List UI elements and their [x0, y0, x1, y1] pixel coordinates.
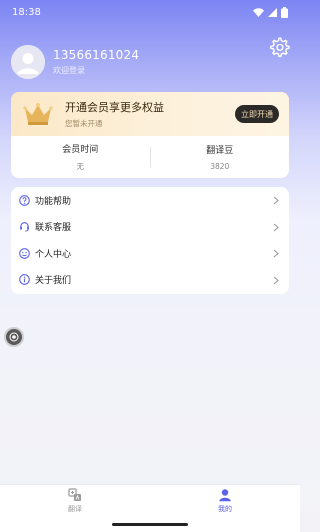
- menu-item-label: 关于我们: [35, 276, 72, 287]
- vip-subtitle: 您暂未开通: [65, 119, 103, 128]
- avatar-placeholder-icon: [11, 45, 45, 79]
- signal-icon: [268, 7, 277, 17]
- menu-item-about-us[interactable]: 关于我们: [19, 267, 281, 294]
- settings-gear-icon[interactable]: [268, 36, 290, 58]
- help-icon: [19, 194, 30, 206]
- chevron-right-icon: [273, 196, 279, 205]
- battery-icon: [281, 6, 288, 18]
- chevron-right-icon: [273, 223, 279, 231]
- smiley-icon: [19, 247, 30, 259]
- vip-title: 开通会员享更多权益: [65, 101, 164, 114]
- status-time: 18:38: [12, 6, 41, 18]
- stat-label: 翻译豆: [206, 146, 234, 156]
- login-subtitle: 欢迎登录: [53, 66, 85, 75]
- menu-item-customer-service[interactable]: 联系客服: [19, 214, 281, 241]
- wifi-icon: [253, 7, 264, 17]
- menu-item-label: 功能帮助: [35, 196, 72, 207]
- tab-label: 翻译: [68, 505, 82, 513]
- assistive-touch-icon: [9, 332, 19, 342]
- tab-label: 我的: [218, 505, 232, 513]
- chevron-right-icon: [273, 249, 279, 258]
- vip-stats: 会员时间 无 翻译豆 3820: [11, 136, 289, 178]
- vip-card: 开通会员享更多权益 您暂未开通 立即开通 会员时间 无 翻译豆 3820: [11, 92, 289, 178]
- vip-banner[interactable]: 开通会员享更多权益 您暂未开通 立即开通: [11, 92, 289, 136]
- stat-label: 会员时间: [62, 145, 99, 155]
- crown-icon: [23, 103, 53, 125]
- translate-icon: [68, 488, 81, 501]
- avatar[interactable]: [11, 45, 45, 79]
- menu-list: 功能帮助 联系客服 个人中心 关于我们: [11, 187, 289, 294]
- home-indicator: [112, 523, 188, 526]
- info-icon: [19, 274, 30, 286]
- floating-assist-button[interactable]: [4, 327, 24, 347]
- headset-icon: [20, 222, 29, 232]
- stat-member-time: 会员时间 无: [11, 142, 150, 172]
- stat-value: 3820: [210, 162, 230, 171]
- menu-item-help[interactable]: 功能帮助: [19, 187, 281, 214]
- activate-vip-button[interactable]: 立即开通: [235, 105, 279, 123]
- user-icon: [219, 489, 231, 502]
- menu-item-label: 个人中心: [35, 249, 72, 260]
- menu-item-label: 联系客服: [35, 223, 72, 234]
- username: 13566161024: [53, 48, 140, 62]
- stat-translation-beans[interactable]: 翻译豆 3820: [151, 143, 290, 171]
- status-bar: 18:38: [0, 0, 300, 24]
- menu-item-personal-center[interactable]: 个人中心: [19, 240, 281, 267]
- profile-header[interactable]: 13566161024 欢迎登录: [11, 45, 291, 79]
- stat-value: 无: [76, 162, 85, 171]
- chevron-right-icon: [273, 276, 279, 284]
